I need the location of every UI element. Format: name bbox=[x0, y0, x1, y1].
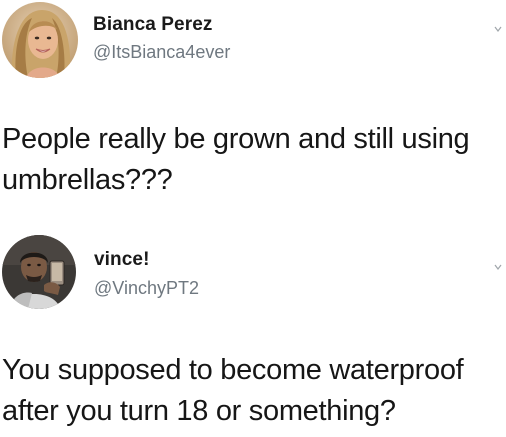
chevron-down-icon[interactable] bbox=[494, 20, 502, 32]
user-avatar[interactable] bbox=[2, 2, 78, 78]
tweet-card[interactable]: vince! @VinchyPT2 You supposed to become… bbox=[0, 222, 506, 437]
profile-photo-woman-icon bbox=[2, 2, 78, 78]
display-name[interactable]: vince! bbox=[94, 249, 150, 271]
user-avatar[interactable] bbox=[2, 235, 76, 309]
profile-photo-man-icon bbox=[2, 235, 76, 309]
display-name[interactable]: Bianca Perez bbox=[93, 14, 213, 36]
user-handle[interactable]: @VinchyPT2 bbox=[94, 278, 199, 299]
user-handle[interactable]: @ItsBianca4ever bbox=[93, 42, 230, 63]
tweet-text: People really be grown and still using u… bbox=[2, 123, 470, 196]
chevron-down-icon[interactable] bbox=[494, 258, 502, 270]
tweet-card[interactable]: Bianca Perez @ItsBianca4ever People real… bbox=[0, 0, 506, 222]
tweet-text: You supposed to become waterproof after … bbox=[2, 354, 464, 427]
